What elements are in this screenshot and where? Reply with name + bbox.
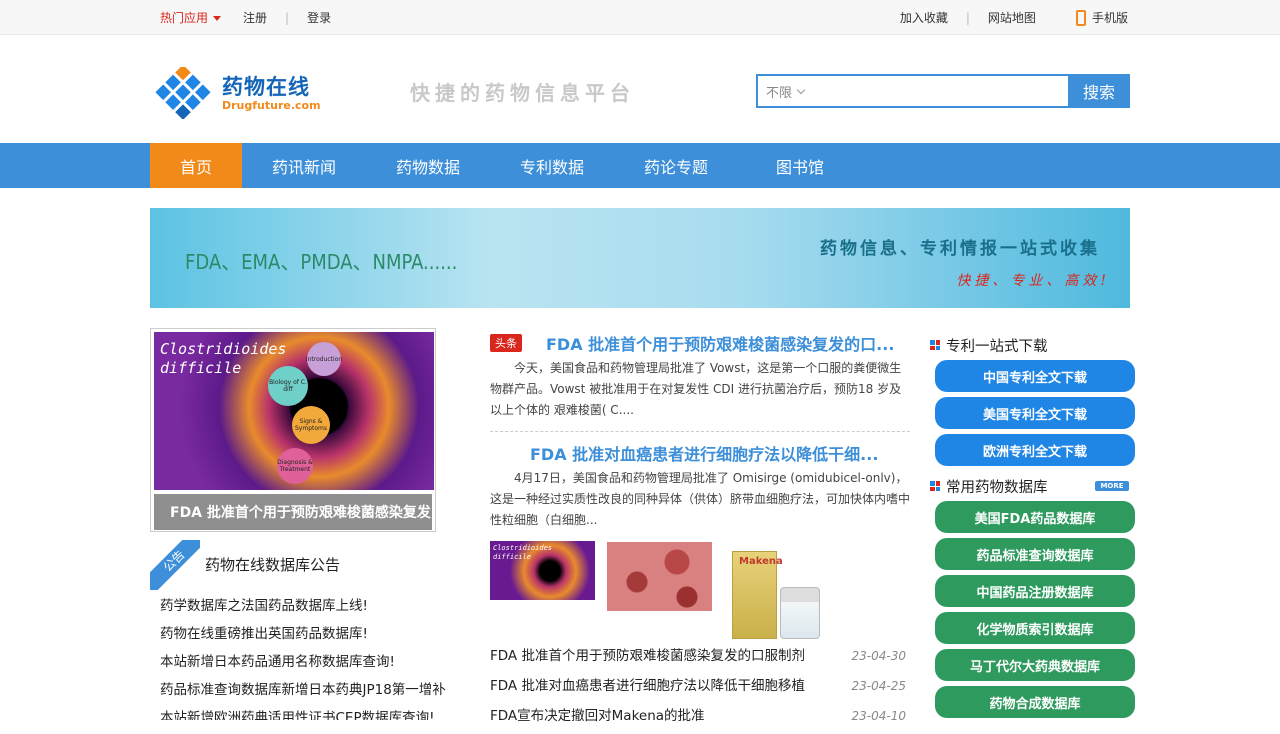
- header: 药物在线 Drugfuture.com 快捷的药物信息平台 不限 搜索: [0, 35, 1280, 143]
- login-link[interactable]: 登录: [307, 9, 331, 26]
- register-link[interactable]: 注册: [243, 9, 267, 26]
- sitemap-link[interactable]: 网站地图: [988, 9, 1036, 26]
- slogan: 快捷的药物信息平台: [410, 81, 635, 105]
- bubble-intro: Introduction: [306, 342, 342, 376]
- grid-icon: [930, 340, 940, 350]
- logo-text-en: Drugfuture.com: [222, 99, 321, 112]
- top-bar: 热门应用 注册 | 登录 加入收藏 | 网站地图 | 手机版: [0, 0, 1280, 35]
- us-patent-button[interactable]: 美国专利全文下载: [935, 397, 1135, 429]
- search-input[interactable]: [818, 77, 1068, 105]
- news-list-row: FDA 批准对血癌患者进行细胞疗法以降低干细胞移植 23-04-25: [490, 674, 910, 704]
- patent-section-title: 专利一站式下载: [946, 338, 1048, 355]
- news-list-date: 23-04-30: [851, 649, 906, 663]
- news-column: 头条 FDA 批准首个用于预防艰难梭菌感染复发的口... 今天，美国食品和药物管…: [490, 328, 910, 531]
- news-list-row: FDA宣布决定撤回对Makena的批准 23-04-10: [490, 704, 910, 734]
- search-button[interactable]: 搜索: [1068, 74, 1130, 108]
- fda-db-button[interactable]: 美国FDA药品数据库: [935, 501, 1135, 533]
- news-list-date: 23-04-10: [851, 709, 906, 723]
- notice-panel: 公告 药物在线数据库公告 药学数据库之法国药品数据库上线! 药物在线重磅推出英国…: [150, 540, 460, 720]
- cn-registration-db-button[interactable]: 中国药品注册数据库: [935, 575, 1135, 607]
- synthesis-db-button[interactable]: 药物合成数据库: [935, 686, 1135, 718]
- thumbnail-makena[interactable]: Makena: [732, 547, 824, 641]
- more-button[interactable]: MORE: [1095, 481, 1129, 491]
- search-box: 不限: [756, 74, 1068, 108]
- phone-icon: [1075, 9, 1086, 26]
- featured-slide[interactable]: Clostridioides difficile Introduction Bi…: [150, 328, 436, 532]
- news-list-row: FDA 批准首个用于预防艰难梭菌感染复发的口服制剂 23-04-30: [490, 644, 910, 674]
- news-list-title[interactable]: FDA宣布决定撤回对Makena的批准: [490, 704, 840, 734]
- chevron-down-icon: [796, 85, 806, 94]
- caret-down-icon: [213, 16, 222, 21]
- banner-tagline: 快捷、专业、高效!: [956, 273, 1110, 289]
- featured-image: Clostridioides difficile Introduction Bi…: [154, 332, 434, 490]
- news-list-title[interactable]: FDA 批准对血癌患者进行细胞疗法以降低干细胞移植: [490, 674, 840, 704]
- notice-item[interactable]: 药品标准查询数据库新增日本药典JP18第一增补: [160, 676, 460, 704]
- headline-2-summary: 4月17日，美国食品和药物管理局批准了 Omisirge (omidubicel…: [490, 471, 911, 527]
- eu-patent-button[interactable]: 欧洲专利全文下载: [935, 434, 1135, 466]
- bubble-biology: Biology of C. diff: [268, 366, 308, 406]
- notice-item[interactable]: 药物在线重磅推出英国药品数据库!: [160, 620, 460, 648]
- nav-item-library[interactable]: 图书馆: [738, 143, 862, 188]
- thumbnail-blood-cells[interactable]: [607, 542, 712, 611]
- cn-patent-button[interactable]: 中国专利全文下载: [935, 360, 1135, 392]
- notice-title: 药物在线数据库公告: [205, 556, 341, 574]
- search-bar: 不限 搜索: [756, 74, 1130, 108]
- site-logo[interactable]: 药物在线 Drugfuture.com: [152, 67, 321, 119]
- nav-item-news[interactable]: 药讯新闻: [242, 143, 366, 188]
- nav-item-home[interactable]: 首页: [150, 143, 242, 188]
- search-scope-select[interactable]: 不限: [758, 82, 818, 101]
- logo-text-cn: 药物在线: [222, 75, 310, 99]
- thumbnail-cdiff[interactable]: Clostridioides difficile: [490, 541, 595, 600]
- nav-item-drug-data[interactable]: 药物数据: [366, 143, 490, 188]
- db-section-header: 常用药物数据库 MORE: [930, 471, 1135, 501]
- notice-item[interactable]: 药学数据库之法国药品数据库上线!: [160, 592, 460, 620]
- notice-list: 药学数据库之法国药品数据库上线! 药物在线重磅推出英国药品数据库! 本站新增日本…: [160, 592, 460, 720]
- notice-item[interactable]: 本站新增欧洲药典适用性证书CEP数据库查询!: [160, 704, 460, 720]
- headline-1-link[interactable]: FDA 批准首个用于预防艰难梭菌感染复发的口...: [546, 331, 894, 355]
- headline-2-link[interactable]: FDA 批准对血癌患者进行细胞疗法以降低干细...: [530, 441, 878, 465]
- grid-icon: [930, 481, 940, 491]
- top-bar-left: 热门应用 注册 | 登录: [160, 0, 331, 35]
- makena-box: Makena: [732, 551, 783, 639]
- news-list: FDA 批准首个用于预防艰难梭菌感染复发的口服制剂 23-04-30 FDA 批…: [490, 644, 910, 734]
- notice-tag-label: 公告: [150, 540, 200, 590]
- dashed-divider: [490, 431, 910, 432]
- main-nav: 首页 药讯新闻 药物数据 专利数据 药论专题 图书馆: [0, 143, 1280, 188]
- standards-db-button[interactable]: 药品标准查询数据库: [935, 538, 1135, 570]
- sidebar: 专利一站式下载 中国专利全文下载 美国专利全文下载 欧洲专利全文下载 常用药物数…: [930, 330, 1135, 723]
- add-favorite-link[interactable]: 加入收藏: [900, 9, 948, 26]
- patent-section-header: 专利一站式下载: [930, 330, 1135, 360]
- divider: |: [965, 10, 970, 25]
- bubble-signs: Signs & Symptoms: [292, 406, 330, 444]
- headline-row: FDA 批准对血癌患者进行细胞疗法以降低干细...: [490, 440, 910, 466]
- db-section-title: 常用药物数据库: [946, 479, 1048, 496]
- divider: |: [285, 10, 290, 25]
- top-bar-right: 加入收藏 | 网站地图 | 手机版: [900, 0, 1128, 35]
- chem-index-db-button[interactable]: 化学物质索引数据库: [935, 612, 1135, 644]
- banner-agencies: FDA、EMA、PMDA、NMPA......: [185, 250, 458, 274]
- hot-apps-label: 热门应用: [160, 11, 209, 25]
- headline-1-summary: 今天，美国食品和药物管理局批准了 Vowst，这是第一个口服的粪便微生物群产品。…: [490, 361, 902, 417]
- headline-row: 头条 FDA 批准首个用于预防艰难梭菌感染复发的口...: [490, 330, 910, 356]
- mobile-link[interactable]: 手机版: [1092, 9, 1128, 26]
- martindale-db-button[interactable]: 马丁代尔大药典数据库: [935, 649, 1135, 681]
- news-list-date: 23-04-25: [851, 679, 906, 693]
- search-scope-value: 不限: [766, 85, 793, 101]
- bubble-diagnosis: Diagnosis & Treatment: [277, 448, 313, 484]
- banner-headline: 药物信息、专利情报一站式收集: [820, 239, 1100, 259]
- nav-item-topics[interactable]: 药论专题: [614, 143, 738, 188]
- makena-vial: [780, 587, 820, 639]
- headline-badge: 头条: [490, 334, 522, 352]
- notice-tag: 公告: [150, 540, 200, 590]
- nav-item-patent-data[interactable]: 专利数据: [490, 143, 614, 188]
- makena-box-label: Makena: [739, 556, 783, 567]
- news-list-title[interactable]: FDA 批准首个用于预防艰难梭菌感染复发的口服制剂: [490, 644, 840, 674]
- thumbnail-cdiff-text: Clostridioides difficile: [493, 544, 553, 561]
- news-thumbnails: Clostridioides difficile Makena: [490, 541, 910, 641]
- featured-caption: FDA 批准首个用于预防艰难梭菌感染复发: [154, 494, 432, 530]
- notice-item[interactable]: 本站新增日本药品通用名称数据库查询!: [160, 648, 460, 676]
- logo-diamond-icon: [155, 67, 211, 119]
- promo-banner[interactable]: FDA、EMA、PMDA、NMPA...... 药物信息、专利情报一站式收集 快…: [150, 208, 1130, 308]
- hot-apps-menu[interactable]: 热门应用: [160, 9, 222, 26]
